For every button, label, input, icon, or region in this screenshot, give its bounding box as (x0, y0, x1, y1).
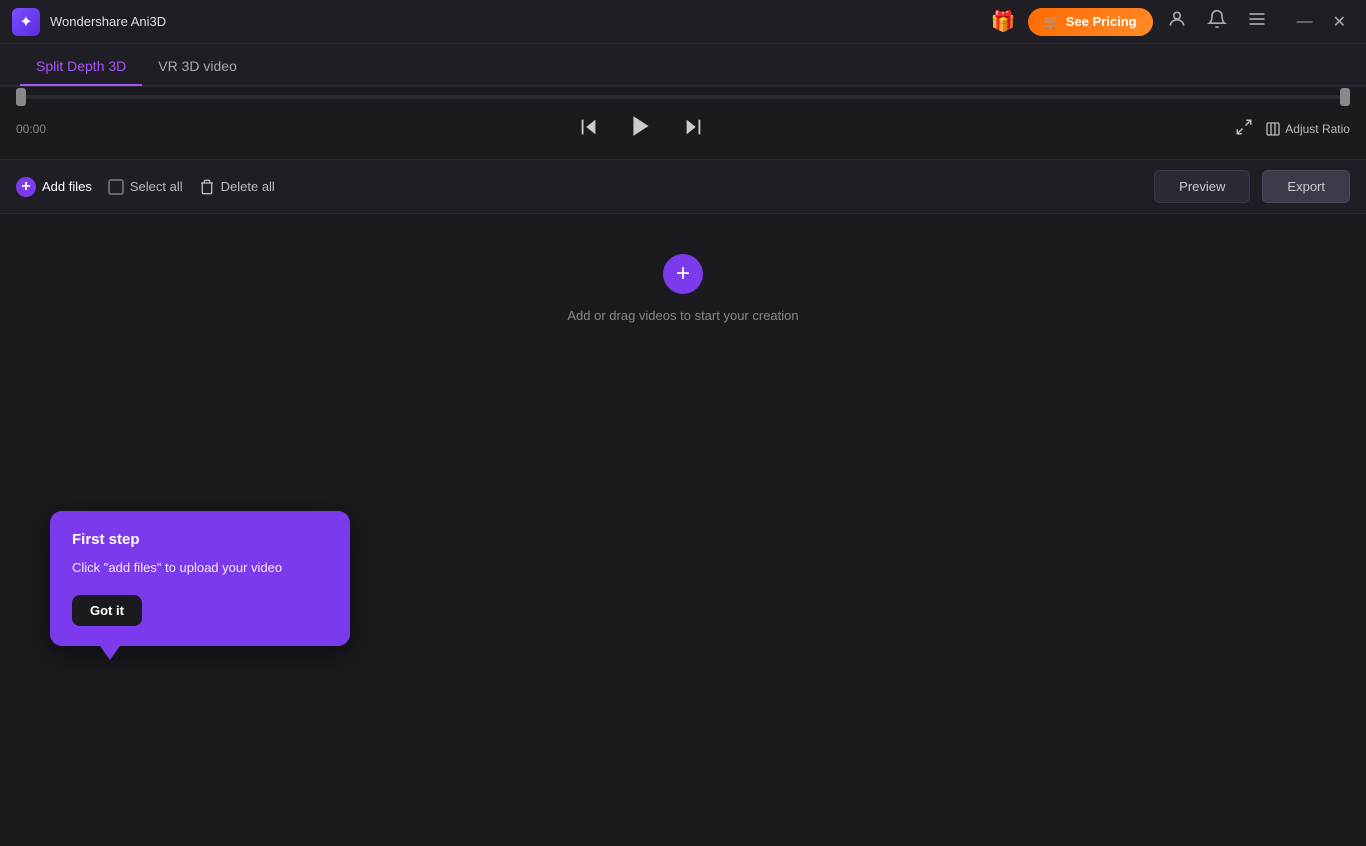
got-it-button[interactable]: Got it (72, 595, 142, 626)
scrubber-area[interactable] (0, 87, 1366, 99)
export-button[interactable]: Export (1262, 170, 1350, 203)
tabs-bar: Split Depth 3D VR 3D video (0, 44, 1366, 86)
add-files-plus-icon: + (16, 177, 36, 197)
app-logo: ✦ (12, 8, 40, 36)
account-icon[interactable] (1161, 5, 1193, 38)
scrubber-track[interactable] (16, 95, 1350, 99)
close-button[interactable]: ✕ (1325, 8, 1354, 36)
menu-icon[interactable] (1241, 5, 1273, 38)
scrubber-knob-right[interactable] (1340, 88, 1350, 106)
title-bar: ✦ Wondershare Ani3D 🎁 🛒 See Pricing — ✕ (0, 0, 1366, 44)
file-toolbar: + Add files Select all Delete all Previe… (0, 160, 1366, 214)
skip-back-button[interactable] (574, 112, 604, 147)
popover-description: Click "add files" to upload your video (72, 558, 328, 578)
app-title: Wondershare Ani3D (50, 14, 166, 29)
title-bar-left: ✦ Wondershare Ani3D (12, 8, 166, 36)
cart-icon: 🛒 (1044, 14, 1060, 30)
title-bar-right: 🎁 🛒 See Pricing — ✕ (987, 5, 1354, 38)
see-pricing-button[interactable]: 🛒 See Pricing (1028, 8, 1153, 36)
empty-state: + Add or drag videos to start your creat… (0, 214, 1366, 363)
adjust-ratio-button[interactable]: Adjust Ratio (1265, 121, 1350, 137)
popover-arrow (100, 646, 120, 660)
gift-button[interactable]: 🎁 (987, 5, 1020, 38)
select-all-checkbox[interactable] (108, 179, 124, 195)
scrubber-knob-left[interactable] (16, 88, 26, 106)
tab-split-depth[interactable]: Split Depth 3D (20, 48, 142, 86)
controls-right: Adjust Ratio (1235, 118, 1350, 141)
tab-vr-3d[interactable]: VR 3D video (142, 48, 253, 86)
select-all-button[interactable]: Select all (108, 179, 183, 195)
trash-icon (199, 179, 215, 195)
add-video-button[interactable]: + (663, 254, 703, 294)
first-step-popover: First step Click "add files" to upload y… (50, 511, 350, 647)
playback-controls: 00:00 (0, 99, 1366, 159)
fullscreen-button[interactable] (1235, 118, 1253, 141)
content-wrapper: 00:00 (0, 86, 1366, 363)
skip-forward-button[interactable] (678, 112, 708, 147)
add-files-button[interactable]: + Add files (16, 177, 92, 197)
preview-button[interactable]: Preview (1154, 170, 1250, 203)
notification-icon[interactable] (1201, 5, 1233, 38)
minimize-button[interactable]: — (1289, 9, 1321, 35)
file-area: + Add files Select all Delete all Previe… (0, 159, 1366, 363)
controls-center (574, 109, 708, 149)
time-display: 00:00 (16, 122, 46, 136)
play-button[interactable] (624, 109, 658, 149)
delete-all-button[interactable]: Delete all (199, 179, 275, 195)
popover-title: First step (72, 531, 328, 548)
file-toolbar-right: Preview Export (1154, 170, 1350, 203)
window-controls: — ✕ (1289, 8, 1354, 36)
playback-area: 00:00 (0, 86, 1366, 159)
empty-state-text: Add or drag videos to start your creatio… (567, 308, 798, 323)
